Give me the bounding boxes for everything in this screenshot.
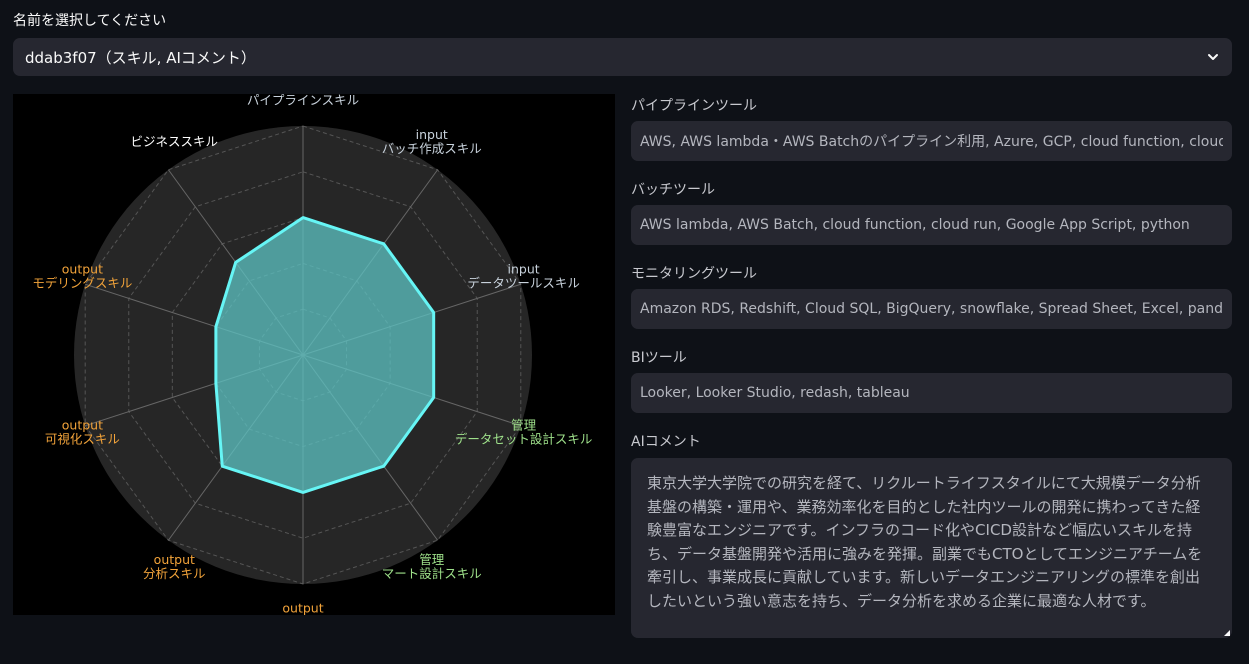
field-input-bi[interactable]: Looker, Looker Studio, redash, tableau <box>631 373 1232 413</box>
app-root: 名前を選択してください ddab3f07（スキル, AIコメント） input パ… <box>0 0 1249 664</box>
field-label-ai-comment: AIコメント <box>631 434 701 450</box>
radar-axis-label: データツールスキル <box>467 275 580 290</box>
radar-axis-label: モデリングスキル <box>32 275 132 290</box>
name-select[interactable]: ddab3f07（スキル, AIコメント） <box>13 38 1232 76</box>
radar-axis-group-label: input <box>508 261 540 276</box>
field-input-pipeline[interactable]: AWS, AWS lambda・AWS Batchのパイプライン利用, Azur… <box>631 121 1232 161</box>
ai-comment-textarea[interactable]: 東京大学大学院での研究を経て、リクルートライフスタイルにて大規模データ分析基盤の… <box>631 458 1232 638</box>
field-label-bi: BIツール <box>631 350 687 366</box>
resize-handle-icon[interactable] <box>1224 630 1230 636</box>
radar-axis-label: 可視化スキル <box>45 432 120 447</box>
field-value-monitoring: Amazon RDS, Redshift, Cloud SQL, BigQuer… <box>640 301 1223 317</box>
radar-axis-group-label: output <box>62 261 103 276</box>
field-input-monitoring[interactable]: Amazon RDS, Redshift, Cloud SQL, BigQuer… <box>631 289 1232 329</box>
radar-axis-label: 分析スキル <box>143 566 206 581</box>
field-value-batch: AWS lambda, AWS Batch, cloud function, c… <box>640 217 1190 233</box>
select-label: 名前を選択してください <box>13 13 167 29</box>
radar-axis-group-label: 管理 <box>419 552 445 567</box>
radar-axis-group-label: input <box>416 127 448 142</box>
radar-axis-label: ビジネススキル <box>131 134 219 149</box>
radar-axis-group-label: output <box>154 552 195 567</box>
ai-comment-text: 東京大学大学院での研究を経て、リクルートライフスタイルにて大規模データ分析基盤の… <box>647 474 1203 610</box>
radar-chart: inputパイプラインスキルinputバッチ作成スキルinputデータツールスキ… <box>32 94 593 616</box>
radar-axis-group-label: 管理 <box>511 418 537 433</box>
chevron-down-icon[interactable] <box>1206 50 1220 64</box>
radar-axis-label: パイプラインスキル <box>247 94 359 108</box>
radar-axis-label: データセット設計スキル <box>455 432 593 447</box>
radar-chart-panel: inputパイプラインスキルinputバッチ作成スキルinputデータツールスキ… <box>13 94 615 615</box>
field-label-pipeline: パイプラインツール <box>631 98 757 114</box>
radar-axis-group-label: output <box>62 418 103 433</box>
field-label-monitoring: モニタリングツール <box>631 266 757 282</box>
radar-axis-label: バッチ作成スキル <box>382 141 482 156</box>
field-label-batch: バッチツール <box>631 182 715 198</box>
field-input-batch[interactable]: AWS lambda, AWS Batch, cloud function, c… <box>631 205 1232 245</box>
radar-axis-label: 仮説設計_要件定義スキル <box>231 615 375 616</box>
radar-axis-label: マート設計スキル <box>382 566 482 581</box>
radar-axis-group-label: output <box>282 601 323 616</box>
select-value: ddab3f07（スキル, AIコメント） <box>25 48 256 67</box>
field-value-pipeline: AWS, AWS lambda・AWS Batchのパイプライン利用, Azur… <box>640 134 1223 150</box>
field-value-bi: Looker, Looker Studio, redash, tableau <box>640 385 910 401</box>
